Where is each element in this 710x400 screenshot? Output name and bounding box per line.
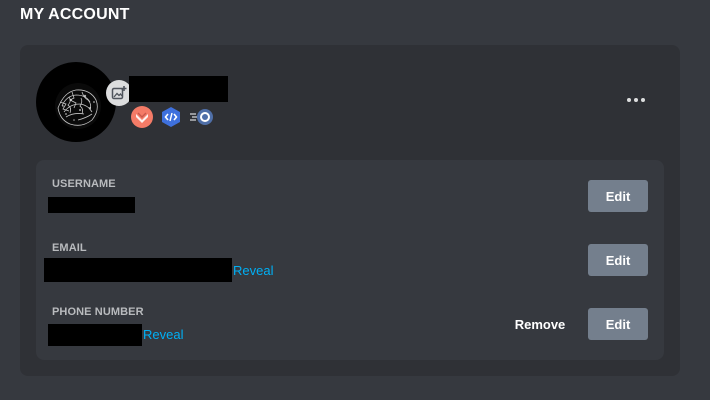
edit-email-button[interactable]: Edit xyxy=(588,244,648,276)
more-options-button[interactable] xyxy=(624,91,648,109)
edit-username-button[interactable]: Edit xyxy=(588,180,648,212)
avatar-image xyxy=(55,83,101,129)
redacted-username xyxy=(48,197,135,213)
redacted-email xyxy=(44,258,232,282)
nitro-boost-badge-icon[interactable] xyxy=(189,106,215,128)
username-label: USERNAME xyxy=(52,178,116,190)
hypesquad-bravery-badge-icon[interactable] xyxy=(131,106,153,128)
account-fields-panel: USERNAME Edit EMAIL Reveal Edit PHONE NU… xyxy=(36,160,664,360)
more-dot xyxy=(627,98,631,102)
redacted-phone-number xyxy=(48,324,142,346)
verified-bot-developer-badge-icon[interactable] xyxy=(160,106,182,128)
reveal-email-link[interactable]: Reveal xyxy=(233,263,273,278)
avatar[interactable] xyxy=(36,62,116,142)
reveal-phone-link[interactable]: Reveal xyxy=(143,327,183,342)
phone-number-label: PHONE NUMBER xyxy=(52,306,144,318)
section-title: MY ACCOUNT xyxy=(20,6,130,23)
account-profile-card: USERNAME Edit EMAIL Reveal Edit PHONE NU… xyxy=(20,45,680,376)
redacted-display-name xyxy=(129,76,228,102)
email-label: EMAIL xyxy=(52,242,87,254)
remove-phone-button[interactable]: Remove xyxy=(506,308,574,340)
edit-phone-button[interactable]: Edit xyxy=(588,308,648,340)
avatar-container xyxy=(36,62,132,142)
profile-badges xyxy=(131,106,215,128)
more-dot xyxy=(641,98,645,102)
more-dot xyxy=(634,98,638,102)
